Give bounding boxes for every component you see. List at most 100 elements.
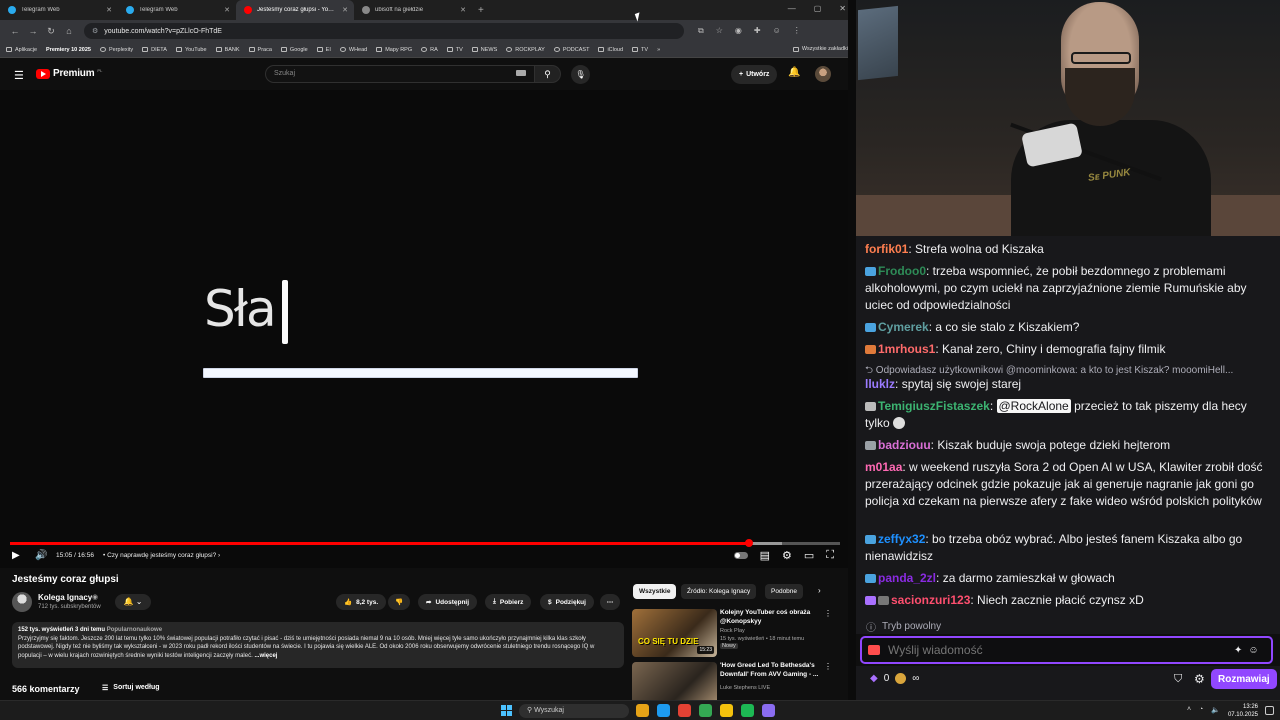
more-actions-button[interactable]: ⋯ xyxy=(600,594,620,610)
emote-picker-icon[interactable]: ☺ xyxy=(1248,645,1258,656)
back-icon[interactable]: ← xyxy=(6,26,24,36)
thanks-button[interactable]: $ Podziękuj xyxy=(540,594,594,610)
volume-icon[interactable]: 🔊 xyxy=(35,550,47,561)
taskbar-app-icon[interactable] xyxy=(699,704,712,717)
bookmark[interactable]: Praca xyxy=(248,47,272,53)
menu-icon[interactable]: ⋮ xyxy=(793,26,801,36)
subscriber-badge-icon[interactable] xyxy=(865,323,876,332)
minimize-button[interactable]: — xyxy=(788,4,796,13)
chat-username[interactable]: forfik01 xyxy=(865,242,908,256)
taskbar-app-icon[interactable] xyxy=(741,704,754,717)
chevron-up-icon[interactable]: ˄ xyxy=(1187,706,1191,714)
taskbar-app-icon[interactable] xyxy=(720,704,733,717)
chat-username[interactable]: TemigiuszFistaszek xyxy=(878,399,990,413)
bookmark[interactable]: Mapy RPG xyxy=(376,47,412,53)
taskbar-clock[interactable]: 13:26 07.10.2025 xyxy=(1228,703,1258,719)
search-input[interactable]: Szukaj xyxy=(265,65,535,83)
install-icon[interactable]: ⧉ xyxy=(698,26,704,36)
related-channel[interactable]: Rock Play xyxy=(720,628,745,634)
dislike-button[interactable]: 👎 xyxy=(388,594,410,610)
related-video[interactable]: CO SIĘ TU DZIE 15:23 Kolejny YouTuber co… xyxy=(632,609,842,659)
play-icon[interactable]: ▶ xyxy=(12,550,20,561)
bookmark[interactable]: NEWS xyxy=(471,47,497,53)
close-window-button[interactable]: ✕ xyxy=(839,4,846,13)
chevron-right-icon[interactable]: › xyxy=(818,586,821,595)
bookmarks-overflow-button[interactable]: » xyxy=(657,47,660,53)
browser-tab[interactable]: ubisoft na giełdzie ✕ xyxy=(354,0,472,20)
emote-icon[interactable] xyxy=(892,417,905,429)
related-title[interactable]: 'How Greed Led To Bethesda's Downfall' F… xyxy=(720,662,820,679)
chat-username[interactable]: Cymerek xyxy=(878,320,929,334)
like-button[interactable]: 👍 8,2 tys. xyxy=(336,594,387,610)
chapter-button[interactable]: • Czy naprawdę jesteśmy coraz głupsi? › xyxy=(103,552,220,559)
taskbar-app-icon[interactable] xyxy=(657,704,670,717)
reload-icon[interactable]: ↻ xyxy=(42,26,60,37)
maximize-button[interactable]: ▢ xyxy=(814,4,822,13)
puzzle-icon[interactable]: ✚ xyxy=(754,26,761,36)
notifications-icon[interactable] xyxy=(1265,706,1274,715)
video-progress-bar[interactable] xyxy=(10,539,840,547)
subscriber-badge-icon[interactable] xyxy=(865,574,876,583)
bookmark[interactable]: iCloud xyxy=(598,47,623,53)
avatar[interactable] xyxy=(815,66,831,82)
chat-input[interactable] xyxy=(888,643,1228,657)
taskbar-search[interactable]: ⚲ Wyszukaj xyxy=(519,704,629,718)
url-field[interactable]: ⚙ youtube.com/watch?v=pZLlcO-FhTdE xyxy=(84,23,684,39)
chat-mention[interactable]: @RockAlone xyxy=(996,399,1071,413)
all-bookmarks[interactable]: Wszystkie zakładki xyxy=(792,46,848,52)
bookmark[interactable]: DIETA xyxy=(142,47,167,53)
star-icon[interactable]: ☆ xyxy=(716,26,723,36)
chat-username[interactable]: m01aa xyxy=(865,460,902,474)
related-title[interactable]: Kolejny YouTuber coś obraża @Konopskyy xyxy=(720,609,820,626)
bookmark[interactable]: TV xyxy=(446,47,463,53)
video-player[interactable]: Sła xyxy=(0,90,848,568)
new-tab-button[interactable]: + xyxy=(478,5,484,16)
chat-username[interactable]: badziouu xyxy=(878,438,931,452)
subtitles-icon[interactable]: ▤ xyxy=(760,549,770,562)
chip-similar[interactable]: Podobne xyxy=(765,584,804,599)
network-icon[interactable]: ◔ xyxy=(1199,706,1203,714)
bookmark[interactable]: ROCKPLAY xyxy=(506,47,545,53)
bookmark[interactable]: EI xyxy=(316,47,331,53)
browser-tab-active[interactable]: Jesteśmy coraz głupsi - YouTube ✕ xyxy=(236,0,354,20)
hamburger-menu-icon[interactable]: ☰ xyxy=(14,69,24,82)
youtube-logo[interactable]: Premium PL xyxy=(36,68,102,79)
gem-badge-icon[interactable] xyxy=(865,596,876,605)
chip-all[interactable]: Wszystkie xyxy=(633,584,677,599)
extension-icon[interactable]: ◉ xyxy=(735,26,742,36)
taskbar-app-icon[interactable] xyxy=(636,704,649,717)
download-button[interactable]: ⤓ Pobierz xyxy=(485,594,532,610)
more-icon[interactable]: ⋮ xyxy=(824,609,832,618)
bookmark[interactable]: RA xyxy=(421,47,438,53)
keyboard-icon[interactable] xyxy=(516,70,526,76)
clip-badge-icon[interactable] xyxy=(878,596,889,605)
scrollbar[interactable] xyxy=(848,0,856,700)
chat-send-button[interactable]: Rozmawiaj xyxy=(1211,669,1277,689)
notifications-bell-icon[interactable]: 🔔 xyxy=(788,67,800,78)
fullscreen-icon[interactable]: ⛶ xyxy=(826,549,834,562)
channel-name[interactable]: Kolega Ignacy xyxy=(38,593,92,602)
settings-gear-icon[interactable]: ⚙ xyxy=(782,549,792,562)
chat-settings-gear-icon[interactable]: ⚙ xyxy=(1194,672,1205,686)
related-channel[interactable]: Luke Stephens LIVE xyxy=(720,685,770,691)
create-button[interactable]: + Utwórz xyxy=(731,65,778,84)
browser-tab[interactable]: Telegram Web ✕ xyxy=(118,0,236,20)
bookmark[interactable]: YouTube xyxy=(175,47,207,53)
chat-badge-icon[interactable] xyxy=(868,645,880,655)
taskbar-app-icon[interactable] xyxy=(678,704,691,717)
forward-icon[interactable]: → xyxy=(24,26,42,36)
chat-input-box[interactable]: ✦ ☺ xyxy=(860,636,1273,664)
close-icon[interactable]: ✕ xyxy=(342,6,348,14)
bookmark[interactable]: WHead xyxy=(339,47,367,53)
subscriber-badge-icon[interactable] xyxy=(865,267,876,276)
speaker-icon[interactable]: 🔈 xyxy=(1211,706,1220,714)
subscriber-badge-icon[interactable] xyxy=(865,535,876,544)
profile-icon[interactable]: ☺ xyxy=(773,26,781,36)
autoplay-toggle[interactable] xyxy=(733,552,748,559)
bookmark[interactable]: BANK xyxy=(215,47,240,53)
taskbar-app-icon[interactable] xyxy=(762,704,775,717)
subscription-bell-button[interactable]: 🔔 ⌄ xyxy=(115,594,151,610)
sort-comments-button[interactable]: ☰ Sortuj według xyxy=(102,684,160,692)
bookmark[interactable]: Perplexity xyxy=(99,47,133,53)
share-button[interactable]: ➦ Udostępnij xyxy=(418,594,478,610)
